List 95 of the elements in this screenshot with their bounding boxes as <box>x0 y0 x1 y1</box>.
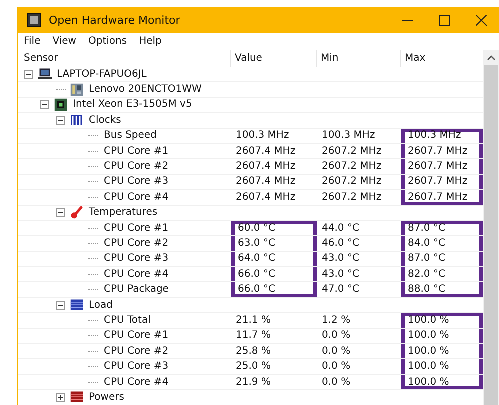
reading-text: 84.0 °C <box>408 238 446 249</box>
tree-item[interactable]: CPU Core #4 <box>104 268 169 280</box>
reading-text: 2607.7 MHz <box>408 161 468 172</box>
column-header[interactable]: Min <box>321 53 339 64</box>
reading-text: 100.0 % <box>408 346 450 357</box>
reading-text: 2607.4 MHz <box>236 161 296 172</box>
reading-text: 100.3 MHz <box>236 130 290 142</box>
reading-text: 66.0 °C <box>238 284 276 296</box>
close-icon[interactable] <box>476 14 487 26</box>
column-header[interactable]: Value <box>235 53 262 64</box>
reading-text: 2607.2 MHz <box>322 176 382 188</box>
collapse-icon[interactable] <box>56 300 65 310</box>
app-icon <box>27 13 41 27</box>
reading-text: 2607.7 MHz <box>408 176 468 188</box>
reading-text: 66.0 °C <box>238 268 276 280</box>
reading-text: 2607.2 MHz <box>322 192 382 203</box>
tree-item[interactable]: Bus Speed <box>104 130 157 142</box>
reading-text: 100.0 % <box>408 376 450 388</box>
column-header[interactable]: Sensor <box>24 53 58 64</box>
tree-item[interactable]: CPU Core #3 <box>104 176 169 188</box>
reading-text: 60.0 °C <box>238 222 276 234</box>
reading-text: 11.7 % <box>236 330 271 342</box>
tree-item[interactable]: Powers <box>89 392 124 403</box>
menu-item[interactable]: Help <box>139 36 162 47</box>
tree-item[interactable]: CPU Core #4 <box>104 376 169 388</box>
reading-text: 0.0 % <box>322 361 351 372</box>
tree-item[interactable]: Temperatures <box>89 207 158 218</box>
tree-item[interactable]: CPU Core #1 <box>104 330 169 342</box>
tree-item[interactable]: Intel Xeon E3-1505M v5 <box>73 99 192 110</box>
menu-item[interactable]: File <box>24 36 41 47</box>
reading-text: 0.0 % <box>322 376 351 388</box>
reading-text: 44.0 °C <box>322 222 360 234</box>
tree-item[interactable]: Load <box>89 300 113 311</box>
tree-item[interactable]: CPU Core #3 <box>104 361 169 372</box>
reading-text: 2607.4 MHz <box>236 146 296 157</box>
reading-text: 82.0 °C <box>408 268 446 280</box>
menu-item[interactable]: Options <box>88 36 128 47</box>
reading-text: 100.0 % <box>408 330 450 342</box>
stack-icon <box>70 390 84 404</box>
reading-text: 2607.7 MHz <box>408 192 468 203</box>
column-header[interactable]: Max <box>405 53 426 64</box>
reading-text: 2607.4 MHz <box>236 176 296 188</box>
tree-item[interactable]: CPU Core #2 <box>104 346 169 357</box>
scrollbar[interactable] <box>483 50 499 405</box>
bars-icon <box>70 113 84 128</box>
reading-text: 43.0 °C <box>322 253 360 264</box>
expand-icon[interactable] <box>56 392 65 402</box>
reading-text: 25.8 % <box>236 346 271 357</box>
reading-text: 100.0 % <box>408 361 450 372</box>
tree-item[interactable]: CPU Core #1 <box>104 222 169 234</box>
tree-item[interactable]: CPU Core #2 <box>104 238 169 249</box>
reading-text: 0.0 % <box>322 330 351 342</box>
reading-text: 63.0 °C <box>238 238 276 249</box>
chip-icon <box>54 98 68 112</box>
window-title: Open Hardware Monitor <box>49 14 180 26</box>
reading-text: 0.0 % <box>322 346 351 357</box>
stack-icon <box>70 298 84 312</box>
laptop-icon <box>38 67 52 82</box>
scroll-up-icon[interactable] <box>486 55 496 61</box>
collapse-icon[interactable] <box>40 100 49 110</box>
collapse-icon[interactable] <box>56 208 65 218</box>
reading-text: 88.0 °C <box>408 284 446 296</box>
reading-text: 21.9 % <box>236 376 271 388</box>
reading-text: 21.1 % <box>236 314 271 326</box>
reading-text: 47.0 °C <box>322 284 360 296</box>
collapse-icon[interactable] <box>24 70 33 79</box>
tree-item[interactable]: CPU Core #4 <box>104 192 169 203</box>
tree-item[interactable]: CPU Package <box>104 284 169 296</box>
reading-text: 43.0 °C <box>322 268 360 280</box>
reading-text: 100.0 % <box>408 314 450 326</box>
collapse-icon[interactable] <box>56 116 65 125</box>
reading-text: 64.0 °C <box>238 253 276 264</box>
tree-item[interactable]: CPU Total <box>104 314 151 326</box>
thermometer-icon <box>70 206 84 220</box>
tree-item[interactable]: Clocks <box>89 114 122 126</box>
reading-text: 87.0 °C <box>408 222 446 234</box>
board-icon <box>70 82 84 97</box>
tree-item[interactable]: CPU Core #2 <box>104 161 169 172</box>
reading-text: 1.2 % <box>322 314 351 326</box>
reading-text: 2607.4 MHz <box>236 192 296 203</box>
reading-text: 46.0 °C <box>322 238 360 249</box>
maximize-icon[interactable] <box>439 14 450 26</box>
menu-item[interactable]: View <box>52 36 76 47</box>
tree-item[interactable]: CPU Core #3 <box>104 253 169 264</box>
scroll-thumb[interactable] <box>484 65 498 405</box>
tree-item[interactable]: LAPTOP-FAPUO6JL <box>57 68 147 80</box>
reading-text: 100.3 MHz <box>408 130 462 142</box>
reading-text: 2607.7 MHz <box>408 146 468 157</box>
reading-text: 100.3 MHz <box>322 130 376 142</box>
tree-item[interactable]: CPU Core #1 <box>104 146 169 157</box>
tree-item[interactable]: Lenovo 20ENCTO1WW <box>89 84 202 96</box>
reading-text: 2607.2 MHz <box>322 161 382 172</box>
reading-text: 87.0 °C <box>408 253 446 264</box>
reading-text: 25.0 % <box>236 361 271 372</box>
reading-text: 2607.2 MHz <box>322 146 382 157</box>
